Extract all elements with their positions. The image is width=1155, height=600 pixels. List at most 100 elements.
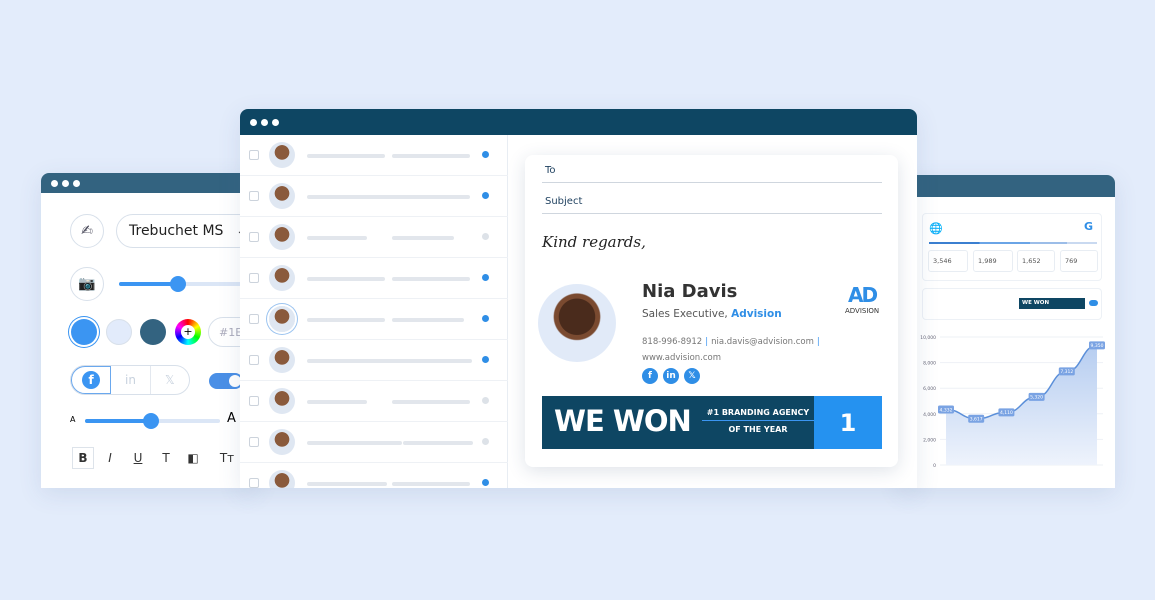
signature-icon[interactable]: ✍ [70,214,104,248]
linkedin-option[interactable]: in [111,366,151,394]
signature-editor-window: ✍ Trebuchet MS⌄ 📷 + #1E f in 𝕏 A A B I U… [41,173,256,488]
placeholder-line [307,318,385,322]
globe-icon: 🌐 [929,222,943,235]
y-tick-label: 6,000 [923,386,936,392]
row-checkbox[interactable] [249,437,259,447]
google-icon: G [1083,220,1093,233]
data-label: 5,320 [1030,395,1043,401]
facebook-icon[interactable]: f [642,368,658,384]
placeholder-line [392,359,472,363]
data-label: 4,110 [1000,410,1013,416]
placeholder-line [403,441,473,445]
data-label: 7,312 [1060,369,1073,375]
avatar [269,265,295,291]
placeholder-line [307,154,385,158]
bold-button[interactable]: B [72,447,94,469]
signoff-text: Kind regards, [542,233,646,251]
advision-logo: AD ADVISION [845,283,880,315]
placeholder-line [307,482,387,486]
y-tick-label: 0 [933,463,936,469]
inbox-row[interactable] [240,381,508,422]
add-photo-icon[interactable]: 📷 [70,267,104,301]
placeholder-line [307,359,402,363]
inbox-row[interactable] [240,176,508,217]
profile-photo [538,284,616,362]
placeholder-line [392,154,470,158]
placeholder-line [307,277,385,281]
placeholder-line [307,195,402,199]
row-checkbox[interactable] [249,273,259,283]
inbox-row[interactable] [240,463,508,488]
color-swatch-dark[interactable] [140,319,166,345]
unread-dot [482,192,489,199]
placeholder-line [307,441,402,445]
unread-dot [482,315,489,322]
inbox-row[interactable] [240,422,508,463]
row-checkbox[interactable] [249,355,259,365]
row-checkbox[interactable] [249,232,259,242]
color-picker-icon[interactable]: + [175,319,201,345]
row-checkbox[interactable] [249,478,259,488]
placeholder-line [307,236,367,240]
avatar [269,224,295,250]
color-swatch-light[interactable] [106,319,132,345]
stat-other: 769 [1060,250,1098,272]
email-client-window: To Subject Kind regards, Nia Davis Sales… [240,109,917,488]
font-select[interactable]: Trebuchet MS⌄ [116,214,256,248]
color-swatch-blue[interactable] [71,319,97,345]
avatar [269,347,295,373]
y-tick-label: 8,000 [923,361,936,367]
inbox-row[interactable] [240,340,508,381]
company-link[interactable]: Advision [731,308,782,320]
banner-toggle[interactable] [1089,300,1098,306]
placeholder-line [307,400,367,404]
unread-dot [482,274,489,281]
avatar [269,470,295,488]
toggle-switch[interactable] [209,373,243,389]
stat-desktop: 3,546 [928,250,968,272]
inbox-row[interactable] [240,299,508,340]
x-option[interactable]: 𝕏 [151,366,189,394]
y-tick-label: 10,000 [920,335,936,341]
read-dot [482,397,489,404]
signature-name: Nia Davis [642,281,738,302]
placeholder-line [392,277,470,281]
linkedin-icon[interactable]: in [663,368,679,384]
row-checkbox[interactable] [249,314,259,324]
placeholder-line [392,482,470,486]
stat-clicks: 1,652 [1017,250,1055,272]
subject-field[interactable]: Subject [542,190,882,214]
signature-title: Sales Executive, Advision [642,308,782,320]
data-label: 4,332 [940,407,953,413]
avatar [269,429,295,455]
to-field[interactable]: To [542,159,882,183]
analytics-window: 🌐 G 3,546 1,989 1,652 769 WE WON 10,000 8… [900,175,1115,488]
placeholder-line [392,318,464,322]
facebook-option[interactable]: f [71,366,112,394]
placeholder-line [392,400,470,404]
background-color-button[interactable]: ◧ [182,447,204,469]
text-size-button[interactable]: Tт [216,447,238,469]
italic-button[interactable]: I [99,447,121,469]
photo-size-slider[interactable] [119,276,256,292]
underline-button[interactable]: U [127,447,149,469]
inbox-row[interactable] [240,258,508,299]
promo-banner[interactable]: WE WON #1 BRANDING AGENCY OF THE YEAR 1 [542,396,882,449]
font-size-slider[interactable] [85,413,220,429]
unread-dot [482,479,489,486]
signature-social-icons: f in 𝕏 [642,368,700,384]
inbox-row[interactable] [240,135,508,176]
text-color-button[interactable]: T [155,447,177,469]
data-label: 3,617 [970,417,983,423]
inbox-row[interactable] [240,217,508,258]
row-checkbox[interactable] [249,396,259,406]
row-checkbox[interactable] [249,191,259,201]
x-icon[interactable]: 𝕏 [684,368,700,384]
y-tick-label: 2,000 [923,437,936,443]
y-tick-label: 4,000 [923,412,936,418]
row-checkbox[interactable] [249,150,259,160]
social-icon-selector[interactable]: f in 𝕏 [70,365,190,395]
read-dot [482,233,489,240]
banner-card: WE WON [922,288,1102,320]
avatar [269,388,295,414]
